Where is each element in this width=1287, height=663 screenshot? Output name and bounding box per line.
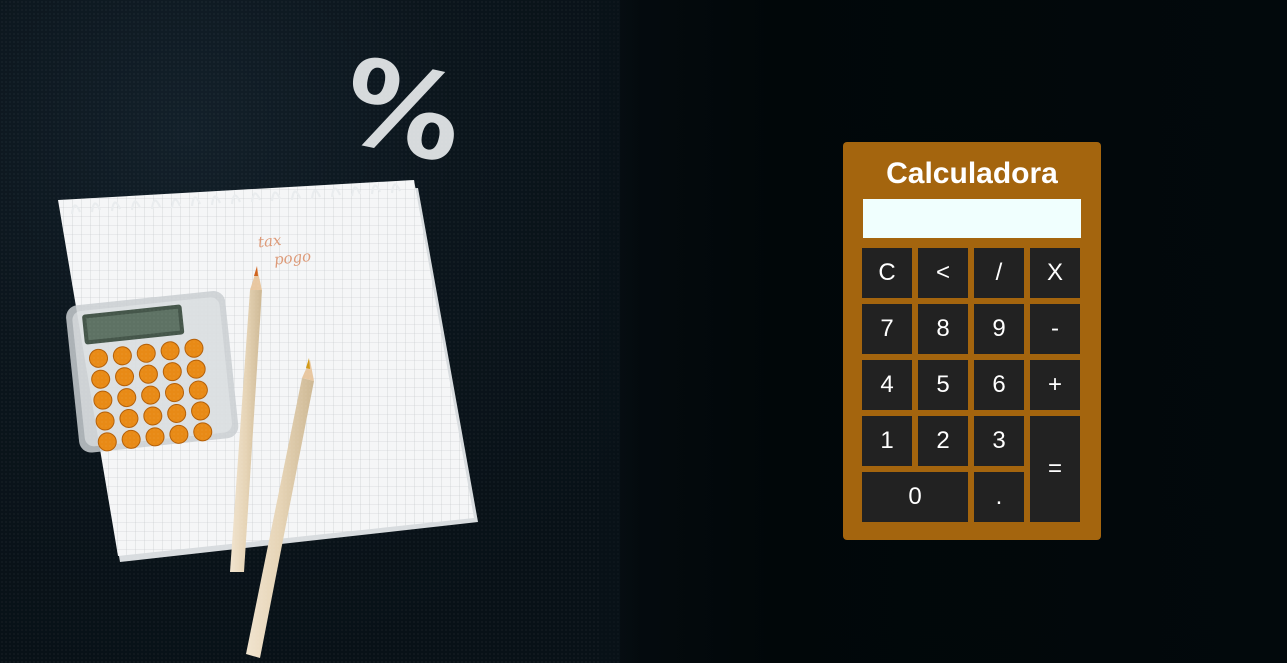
- calculator-panel: Calculadora C < / X 7 8 9 - 4 5 6 + 1 2 …: [843, 142, 1101, 540]
- multiply-button[interactable]: X: [1030, 248, 1080, 298]
- digit-4-button[interactable]: 4: [862, 360, 912, 410]
- calculator-title: Calculadora: [886, 157, 1058, 190]
- digit-2-button[interactable]: 2: [918, 416, 968, 466]
- equals-button[interactable]: =: [1030, 416, 1080, 522]
- photo-illustration: tax pogo %: [58, 31, 478, 658]
- notebook-scribble: tax: [257, 231, 283, 251]
- digit-7-button[interactable]: 7: [862, 304, 912, 354]
- digit-5-button[interactable]: 5: [918, 360, 968, 410]
- decimal-button[interactable]: .: [974, 472, 1024, 522]
- calculator-prop: [66, 291, 239, 453]
- backspace-button[interactable]: <: [918, 248, 968, 298]
- digit-3-button[interactable]: 3: [974, 416, 1024, 466]
- page: tax pogo % Calculadora C < / X 7 8 9 - 4…: [0, 0, 1287, 663]
- divide-button[interactable]: /: [974, 248, 1024, 298]
- digit-1-button[interactable]: 1: [862, 416, 912, 466]
- calculator-display[interactable]: [863, 199, 1081, 238]
- digit-0-button[interactable]: 0: [862, 472, 968, 522]
- digit-8-button[interactable]: 8: [918, 304, 968, 354]
- clear-button[interactable]: C: [862, 248, 912, 298]
- photo-edge-fade: [600, 0, 640, 663]
- percent-icon: %: [331, 31, 475, 191]
- digit-6-button[interactable]: 6: [974, 360, 1024, 410]
- background-photo: tax pogo %: [0, 0, 620, 663]
- digit-9-button[interactable]: 9: [974, 304, 1024, 354]
- keypad: C < / X 7 8 9 - 4 5 6 + 1 2 3 = 0 .: [862, 248, 1084, 522]
- minus-button[interactable]: -: [1030, 304, 1080, 354]
- svg-text:%: %: [331, 31, 475, 191]
- plus-button[interactable]: +: [1030, 360, 1080, 410]
